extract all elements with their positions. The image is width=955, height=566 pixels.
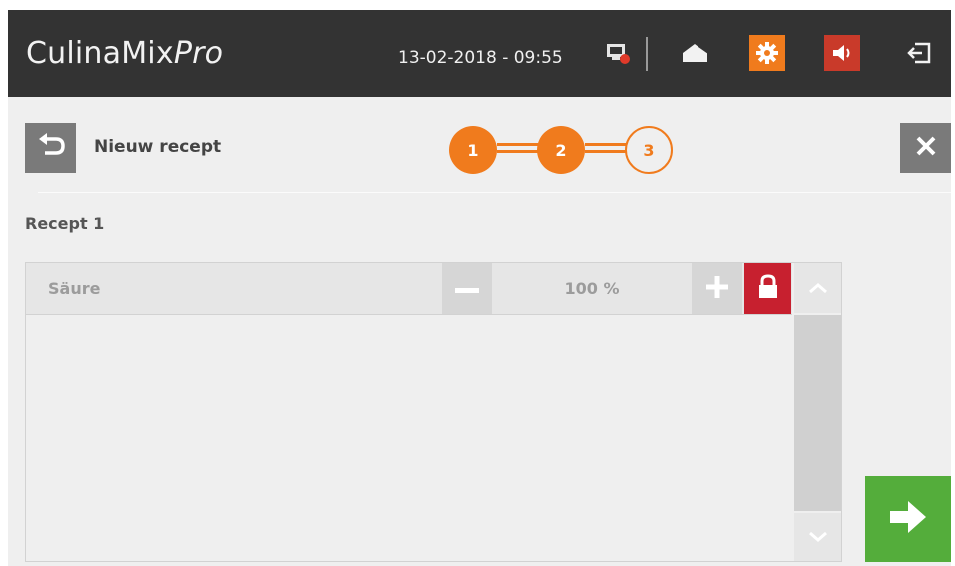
home-button[interactable] — [678, 35, 714, 71]
back-button[interactable] — [25, 123, 76, 173]
gear-icon — [755, 41, 779, 65]
ingredient-row: Säure 100 % — [26, 263, 792, 315]
step-1-indicator: 1 — [449, 126, 497, 174]
minus-icon — [455, 279, 479, 298]
lock-toggle[interactable] — [744, 263, 791, 314]
decrease-button[interactable] — [442, 263, 492, 314]
recipe-name-label: Recept 1 — [25, 214, 105, 233]
step-connector — [585, 143, 626, 153]
step-2-indicator: 2 — [537, 126, 585, 174]
scroll-down-button[interactable] — [794, 513, 841, 561]
divider — [38, 192, 951, 193]
datetime-display: 13-02-2018 - 09:55 — [398, 48, 563, 68]
logout-button[interactable] — [902, 35, 938, 71]
settings-button[interactable] — [749, 35, 785, 71]
chevron-up-icon — [808, 279, 828, 298]
chevron-down-icon — [808, 528, 828, 547]
lock-icon — [757, 273, 779, 304]
page-title: Nieuw recept — [94, 137, 222, 157]
top-bar: CulinaMixPro 13-02-2018 - 09:55 — [8, 10, 951, 97]
app-name: CulinaMix — [26, 36, 174, 71]
ingredient-percentage: 100 % — [564, 279, 620, 298]
plus-icon — [706, 275, 728, 302]
speaker-icon — [830, 42, 854, 64]
app-title: CulinaMixPro — [26, 36, 223, 71]
header-divider — [646, 37, 648, 71]
ingredient-list: Säure 100 % — [25, 262, 842, 562]
logout-icon — [907, 41, 933, 65]
arrow-right-icon — [888, 499, 928, 539]
display-status-button[interactable] — [600, 35, 636, 71]
app-name-suffix: Pro — [173, 36, 224, 71]
ingredient-name: Säure — [48, 279, 101, 298]
next-button[interactable] — [865, 476, 951, 562]
increase-button[interactable] — [692, 263, 742, 314]
app-frame: CulinaMixPro 13-02-2018 - 09:55 Nieuw re… — [8, 10, 951, 566]
display-status-icon — [605, 40, 631, 66]
scroll-up-button[interactable] — [794, 263, 841, 313]
home-icon — [681, 40, 711, 66]
scrollbar-track[interactable] — [794, 315, 841, 511]
sound-button[interactable] — [824, 35, 860, 71]
step-connector — [497, 143, 538, 153]
undo-arrow-icon — [36, 133, 66, 163]
close-icon — [915, 135, 937, 161]
step-3-indicator: 3 — [625, 126, 673, 174]
close-button[interactable] — [900, 123, 951, 173]
